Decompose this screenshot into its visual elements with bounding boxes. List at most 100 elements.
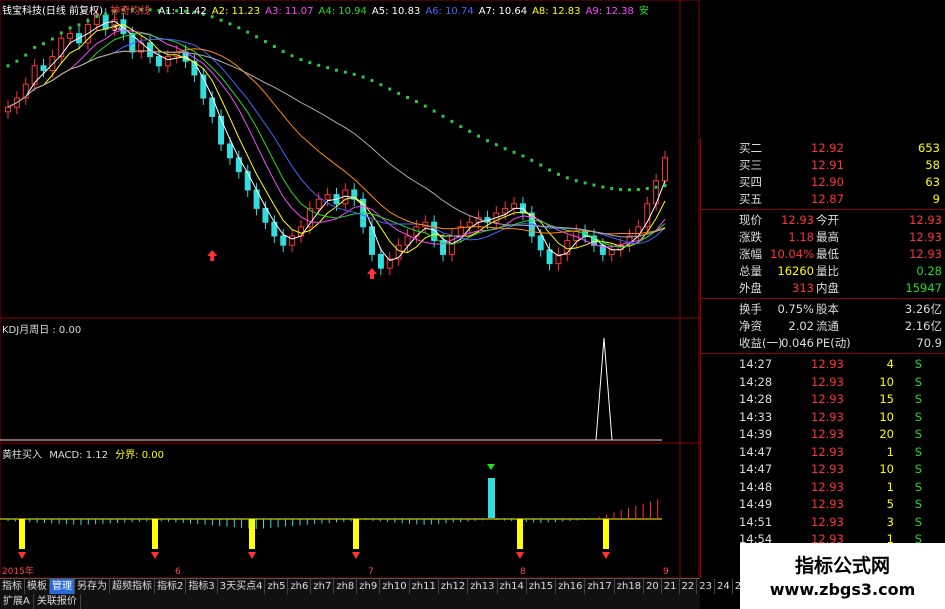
tab-14[interactable]: zh11 — [410, 579, 439, 594]
tab-13[interactable]: zh10 — [380, 579, 410, 594]
stat-label: 现价 — [739, 213, 762, 227]
candle-body — [324, 194, 331, 200]
ma-value-2: A3: 11.07 — [265, 6, 314, 17]
tab-26[interactable]: 24 — [715, 579, 733, 594]
tab-6[interactable]: 指标3 — [186, 579, 218, 594]
tab-17[interactable]: zh14 — [498, 579, 527, 594]
divider — [701, 209, 945, 210]
tab-25[interactable]: 23 — [697, 579, 715, 594]
trend-dot — [335, 68, 338, 72]
tick-row: 14:28 12.93 10 S — [701, 374, 945, 390]
tick-side: S — [914, 427, 922, 441]
stat-value: 10.04% — [770, 247, 814, 261]
tick-time: 14:27 — [739, 357, 773, 371]
tick-price: 12.93 — [811, 462, 844, 476]
buy-arrow-icon — [207, 250, 218, 261]
tab-21[interactable]: zh18 — [615, 579, 645, 594]
tab-19[interactable]: zh16 — [556, 579, 586, 594]
stat-label-2: 内盘 — [816, 281, 839, 295]
tab-23[interactable]: 21 — [662, 579, 680, 594]
tick-row: 14:48 12.93 1 S — [701, 479, 945, 495]
trend-dot — [592, 183, 596, 187]
stat-row: 涨跌 1.18 最高 12.93 — [701, 229, 945, 245]
ma-value-8: A9: 12.38 — [585, 6, 634, 17]
tab-9[interactable]: zh6 — [288, 579, 312, 594]
candle-body — [244, 171, 251, 191]
macd-title[interactable]: 黄柱买入 MACD: 1.12 分界: 0.00 — [2, 446, 164, 461]
tab-18[interactable]: zh15 — [527, 579, 557, 594]
buy-arrow-icon — [516, 552, 524, 559]
bid-row: 买四 12.90 63 — [701, 174, 945, 190]
tab-8[interactable]: zh5 — [265, 579, 289, 594]
tab-3[interactable]: 另存为 — [75, 579, 110, 594]
tab2-0[interactable]: 扩展A — [0, 594, 34, 609]
stat-label-2: 最高 — [816, 230, 839, 244]
trend-dot — [263, 40, 267, 44]
tab-12[interactable]: zh9 — [357, 579, 381, 594]
kdj-title[interactable]: KDJ月周日 : 0.00 — [2, 321, 81, 336]
tick-volume: 10 — [879, 409, 894, 424]
tick-row: 14:39 12.93 20 S — [701, 426, 945, 442]
trend-dot — [388, 87, 392, 91]
candle-body — [315, 198, 322, 209]
tab-5[interactable]: 指标2 — [155, 579, 187, 594]
candle-body — [289, 235, 296, 246]
ma-values: A1: 11.42 A2: 11.23 A3: 11.07 A4: 10.94 A5: … — [153, 6, 649, 17]
tick-volume: 20 — [879, 427, 894, 441]
tab-24[interactable]: 22 — [680, 579, 698, 594]
tab-4[interactable]: 超频指标 — [110, 579, 155, 594]
tab-0[interactable]: 指标 — [0, 579, 25, 594]
tab2-1[interactable]: 关联报价 — [34, 594, 81, 609]
stat-value-2: 0.28 — [916, 264, 942, 278]
trend-dot — [272, 45, 276, 49]
chart-canvas[interactable]: 34 13.0012.0011.0010.009.001.000.750.500… — [0, 0, 700, 578]
candle-body — [49, 56, 56, 71]
watermark: 指标公式网 www.zbgs3.com — [740, 543, 945, 609]
fund-value-2: 70.9 — [916, 336, 942, 350]
trend-dot — [406, 95, 410, 99]
stat-label-2: 今开 — [816, 213, 839, 227]
tab-22[interactable]: 20 — [644, 579, 662, 594]
stat-label-2: 量比 — [816, 264, 839, 278]
bid-label: 买五 — [739, 192, 762, 206]
tab-10[interactable]: zh7 — [311, 579, 335, 594]
candle-body — [280, 235, 287, 246]
stat-value: 313 — [792, 281, 814, 295]
candle-body — [235, 157, 242, 173]
divider — [701, 353, 945, 354]
trend-dot — [42, 42, 46, 46]
stock-title[interactable]: 钱宝科技(日线 前复权) — [2, 6, 103, 17]
tab-15[interactable]: zh12 — [439, 579, 469, 594]
tab-16[interactable]: zh13 — [468, 579, 498, 594]
trend-dot — [24, 53, 28, 57]
tick-price: 12.93 — [811, 514, 844, 529]
bid-volume: 9 — [932, 192, 940, 206]
candle-body — [546, 249, 553, 265]
tick-price: 12.93 — [811, 374, 844, 389]
kdj-spike — [595, 337, 613, 441]
tab-7[interactable]: 3天买点4 — [218, 579, 266, 594]
macd-signal-block — [488, 478, 495, 518]
bid-row: 买五 12.87 9 — [701, 191, 945, 207]
ma-value-5: A6: 10.74 — [425, 6, 474, 17]
kdj-series — [0, 337, 662, 441]
fund-label: 换手 — [739, 302, 762, 316]
tab-1[interactable]: 模板 — [25, 579, 50, 594]
stat-value-2: 12.93 — [909, 213, 942, 227]
indicator-name[interactable]: 神奇均线 — [110, 6, 150, 17]
candle-body — [608, 249, 615, 255]
trend-dot — [299, 58, 303, 62]
trend-dot — [68, 26, 72, 30]
candle-body — [466, 221, 473, 228]
trend-dot — [361, 75, 365, 79]
tick-volume: 1 — [886, 444, 894, 459]
trend-dot — [423, 104, 427, 108]
tick-side: S — [914, 462, 922, 476]
trend-dot — [556, 172, 560, 176]
tab-11[interactable]: zh8 — [334, 579, 358, 594]
tab-2[interactable]: 管理 — [50, 579, 75, 594]
bid-price: 12.91 — [811, 158, 844, 172]
tick-time: 14:28 — [739, 392, 773, 406]
buy-arrow-icon — [18, 552, 26, 559]
tab-20[interactable]: zh17 — [585, 579, 615, 594]
